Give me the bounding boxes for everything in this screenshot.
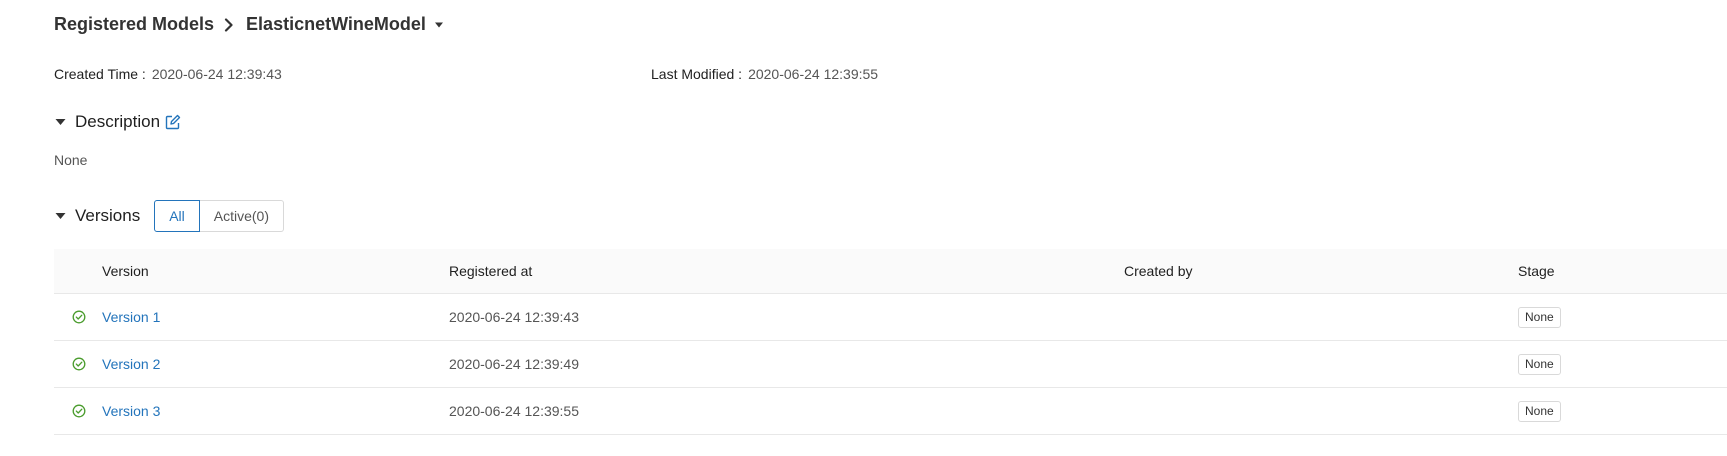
page-title: ElasticnetWineModel	[246, 14, 426, 34]
filter-all-button[interactable]: All	[154, 200, 200, 232]
last-modified-label: Last Modified :	[651, 66, 743, 82]
registered-at-cell: 2020-06-24 12:39:43	[449, 309, 579, 325]
column-header-registered-at[interactable]: Registered at	[449, 249, 532, 293]
check-circle-icon	[72, 388, 86, 434]
table-header: Version Registered at Created by Stage	[54, 249, 1727, 294]
check-circle-icon	[72, 341, 86, 387]
version-link[interactable]: Version 1	[102, 309, 160, 325]
caret-down-icon[interactable]	[54, 116, 66, 128]
column-header-stage[interactable]: Stage	[1518, 249, 1555, 293]
description-title: Description	[75, 112, 161, 131]
table-row: Version 2 2020-06-24 12:39:49 None	[54, 341, 1727, 388]
versions-table: Version Registered at Created by Stage V…	[54, 249, 1727, 435]
caret-down-icon[interactable]	[434, 21, 444, 29]
column-header-version[interactable]: Version	[102, 249, 149, 293]
description-body: None	[54, 152, 88, 168]
version-link[interactable]: Version 3	[102, 403, 160, 419]
check-circle-icon	[72, 294, 86, 340]
description-header: Description	[54, 112, 181, 132]
created-time-value: 2020-06-24 12:39:43	[151, 66, 282, 82]
stage-badge: None	[1518, 306, 1561, 328]
registered-at-cell: 2020-06-24 12:39:55	[449, 403, 579, 419]
breadcrumb-registered-models[interactable]: Registered Models	[54, 14, 214, 35]
breadcrumb: Registered Models ElasticnetWineModel	[54, 14, 444, 35]
filter-active-button[interactable]: Active(0)	[199, 200, 284, 232]
model-page: Registered Models ElasticnetWineModel Cr…	[0, 0, 1727, 456]
chevron-right-icon	[224, 17, 234, 32]
version-filter: All Active(0)	[154, 200, 284, 232]
last-modified-value: 2020-06-24 12:39:55	[748, 66, 879, 82]
versions-header: Versions All Active(0)	[54, 200, 284, 232]
created-time: Created Time : 2020-06-24 12:39:43	[54, 66, 282, 82]
created-time-label: Created Time :	[54, 66, 146, 82]
edit-icon[interactable]	[165, 114, 181, 130]
versions-title: Versions	[75, 206, 141, 225]
stage-badge: None	[1518, 353, 1561, 375]
table-row: Version 3 2020-06-24 12:39:55 None	[54, 388, 1727, 435]
caret-down-icon[interactable]	[54, 210, 66, 222]
stage-badge: None	[1518, 400, 1561, 422]
version-link[interactable]: Version 2	[102, 356, 160, 372]
table-row: Version 1 2020-06-24 12:39:43 None	[54, 294, 1727, 341]
column-header-created-by[interactable]: Created by	[1124, 249, 1192, 293]
last-modified: Last Modified : 2020-06-24 12:39:55	[651, 66, 878, 82]
registered-at-cell: 2020-06-24 12:39:49	[449, 356, 579, 372]
